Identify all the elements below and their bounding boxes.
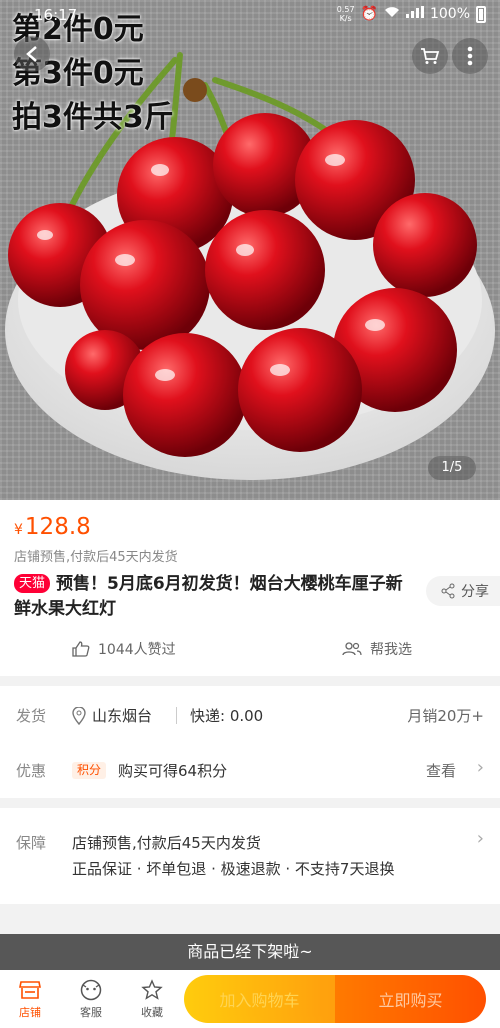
product-price: ¥128.8 — [14, 514, 91, 540]
help-me-choose-button[interactable]: 帮我选 — [342, 639, 412, 659]
price-value: 128.8 — [24, 514, 91, 540]
alarm-icon: ⏰ — [360, 6, 378, 22]
cart-button[interactable] — [412, 38, 448, 74]
store-icon — [19, 981, 41, 999]
ship-location: 山东烟台 — [92, 707, 153, 725]
service-label: 客服 — [80, 1006, 102, 1019]
share-button[interactable]: 分享 — [426, 576, 500, 606]
currency-symbol: ¥ — [14, 522, 23, 538]
battery-percent: 100% — [429, 6, 470, 22]
share-icon — [441, 583, 455, 599]
service-tab[interactable]: 客服 — [69, 976, 113, 1020]
off-shelf-notice: 商品已经下架啦~ — [0, 934, 500, 970]
favorite-tab[interactable]: 收藏 — [130, 976, 174, 1020]
chevron-right-icon[interactable]: › — [477, 828, 484, 849]
likes-count: 1044人赞过 — [98, 642, 176, 658]
buy-now-button[interactable]: 立即购买 — [335, 975, 486, 1023]
more-button[interactable] — [452, 38, 488, 74]
share-label: 分享 — [461, 584, 489, 600]
cart-icon — [421, 48, 440, 64]
product-title: 天猫 预售！5月底6月初发货！烟台大樱桃车厘子新鲜水果大红灯 — [14, 572, 414, 622]
bottom-action-bar: 店铺 客服 收藏 加入购物车 立即购买 — [0, 970, 500, 1028]
guarantee-presale: 店铺预售,付款后45天内发货 — [72, 834, 261, 852]
product-title-text: 预售！5月底6月初发货！烟台大樱桃车厘子新鲜水果大红灯 — [14, 574, 403, 619]
status-bar: 16:17 0.57 K/s ⏰ 100% — [0, 0, 500, 30]
wifi-icon — [384, 6, 400, 22]
purchase-buttons: 加入购物车 立即购买 — [184, 975, 486, 1023]
product-image-carousel[interactable]: 第2件0元 第3件0元 拍3件共3斤 16:17 0.57 K/s ⏰ 100% — [0, 0, 500, 500]
guarantee-card[interactable]: 保障 店铺预售,付款后45天内发货 正品保证 · 坏单包退 · 极速退款 · 不… — [0, 808, 500, 904]
network-speed-value: 0.57 — [336, 5, 355, 14]
help-me-choose-label: 帮我选 — [370, 642, 412, 658]
network-speed-unit: K/s — [339, 14, 352, 23]
store-label: 店铺 — [19, 1006, 41, 1019]
favorite-label: 收藏 — [141, 1006, 163, 1019]
shipping-fee: 快递: 0.00 — [190, 707, 264, 725]
divider — [176, 707, 177, 724]
status-time: 16:17 — [34, 6, 78, 24]
product-info-card: ¥128.8 店铺预售,付款后45天内发货 天猫 预售！5月底6月初发货！烟台大樱… — [0, 500, 500, 676]
ship-from: 山东烟台 — [72, 705, 152, 726]
network-speed: 0.57 K/s — [337, 5, 355, 23]
shipping-label: 发货 — [16, 707, 47, 725]
thumbs-up-icon — [72, 641, 90, 657]
more-dots-icon — [467, 46, 473, 66]
signal-icon — [405, 6, 424, 22]
view-promotion-link[interactable]: 查看 — [426, 760, 456, 781]
add-to-cart-button[interactable]: 加入购物车 — [184, 975, 335, 1023]
guarantee-services: 正品保证 · 坏单包退 · 极速退款 · 不支持7天退换 — [72, 860, 395, 878]
like-button[interactable]: 1044人赞过 — [72, 639, 176, 659]
star-icon — [141, 979, 163, 1000]
store-tab[interactable]: 店铺 — [8, 976, 52, 1020]
shipping-card: 发货 山东烟台 快递: 0.00 月销20万+ 优惠 积分 购买可得64积分 查… — [0, 686, 500, 798]
promo-line-3: 拍3件共3斤 — [12, 100, 174, 135]
presale-note: 店铺预售,付款后45天内发货 — [14, 550, 178, 565]
back-arrow-icon — [26, 46, 37, 62]
back-button[interactable] — [14, 36, 50, 72]
guarantee-label: 保障 — [16, 834, 47, 852]
customer-service-icon — [80, 979, 102, 1001]
battery-icon — [476, 5, 486, 23]
promotion-label: 优惠 — [16, 762, 47, 780]
points-text: 购买可得64积分 — [118, 762, 228, 780]
image-pager: 1/5 — [428, 456, 476, 480]
people-icon — [342, 642, 362, 656]
points-tag: 积分 — [72, 762, 107, 779]
chevron-right-icon[interactable]: › — [477, 757, 484, 778]
monthly-sales: 月销20万+ — [407, 707, 484, 725]
tmall-badge: 天猫 — [14, 574, 51, 593]
location-pin-icon — [72, 706, 86, 725]
